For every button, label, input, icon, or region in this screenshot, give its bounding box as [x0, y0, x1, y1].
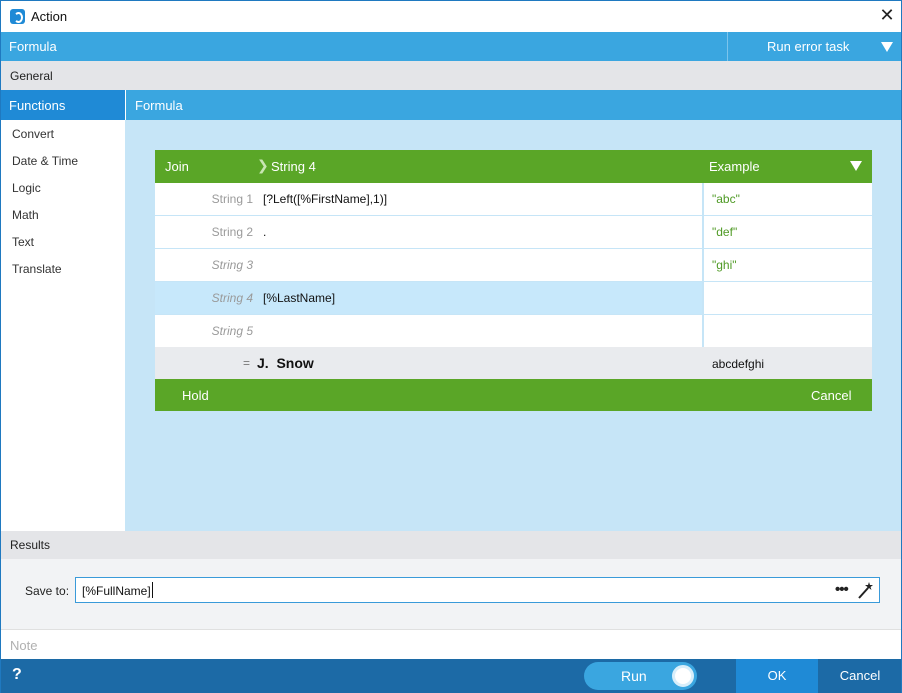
string-2-example: "def": [704, 216, 872, 248]
join-result-row: = J. Snow abcdefghi: [155, 347, 872, 379]
string-1-label: String 1: [211, 192, 253, 206]
equals-sign: =: [243, 356, 251, 370]
example-dropdown-icon[interactable]: [850, 161, 862, 171]
string-row-1: String 1 [?Left([%FirstName],1)] "abc": [155, 183, 872, 215]
formula-header-label: Formula: [135, 98, 183, 113]
formula-bar-label: Formula: [9, 39, 57, 54]
functions-header: Functions: [1, 90, 125, 120]
join-action-bar: Hold Cancel: [155, 379, 872, 411]
string-4-field[interactable]: String 4 [%LastName]: [155, 282, 702, 314]
function-item-math[interactable]: Math: [12, 208, 39, 222]
string-1-example: "abc": [704, 183, 872, 215]
string-3-field[interactable]: String 3: [155, 249, 702, 281]
string-5-label: String 5: [211, 324, 253, 338]
results-header-label: Results: [10, 538, 51, 552]
function-item-translate[interactable]: Translate: [12, 262, 62, 276]
formula-header: Formula: [126, 90, 901, 120]
function-item-convert[interactable]: Convert: [12, 127, 54, 141]
join-cancel-button[interactable]: Cancel: [811, 388, 851, 403]
function-item-text[interactable]: Text: [12, 235, 34, 249]
string-row-5: String 5: [155, 315, 872, 347]
function-item-logic[interactable]: Logic: [12, 181, 41, 195]
string-2-value: .: [263, 225, 267, 239]
toggle-knob: [672, 665, 694, 687]
string-4-label: String 4: [211, 291, 253, 305]
run-error-task-dropdown[interactable]: Run error task: [767, 39, 849, 54]
string-1-example-value: "abc": [712, 192, 740, 206]
join-header: Join ❯ String 4 Example: [155, 150, 872, 183]
run-toggle[interactable]: Run: [584, 662, 697, 690]
hold-button[interactable]: Hold: [182, 388, 209, 403]
string-3-example: "ghi": [704, 249, 872, 281]
cancel-button-label: Cancel: [839, 668, 881, 683]
string-1-value: [?Left([%FirstName],1)]: [263, 192, 388, 206]
string-3-label: String 3: [211, 258, 253, 272]
dropdown-arrow-icon[interactable]: [881, 42, 893, 52]
tab-general-label: General: [10, 69, 53, 83]
save-to-label: Save to:: [25, 584, 70, 598]
results-header[interactable]: Results: [1, 531, 901, 559]
formula-bar: Formula Run error task: [1, 32, 901, 61]
string-4-value: [%LastName]: [263, 291, 336, 305]
tab-general[interactable]: General: [1, 61, 901, 90]
join-result: J. Snow: [257, 355, 314, 371]
string-5-example: [704, 315, 872, 347]
string-4-example: [704, 282, 872, 314]
ok-button-label: OK: [767, 668, 787, 683]
magic-wand-icon[interactable]: [857, 580, 875, 600]
title-bar: Action ✕: [1, 1, 901, 32]
string-5-field[interactable]: String 5: [155, 315, 702, 347]
string-row-2: String 2 . "def": [155, 216, 872, 248]
save-to-input[interactable]: [%FullName] •••: [75, 577, 880, 603]
app-icon: [10, 9, 25, 24]
functions-header-label: Functions: [9, 98, 66, 113]
run-label: Run: [621, 668, 647, 684]
text-caret: [152, 582, 153, 598]
chevron-right-icon: ❯: [257, 157, 269, 173]
string-3-example-value: "ghi": [712, 258, 737, 272]
string-2-label: String 2: [211, 225, 253, 239]
note-placeholder: Note: [10, 638, 38, 653]
breadcrumb[interactable]: String 4: [271, 159, 316, 174]
functions-list: Convert Date & Time Logic Math Text Tran…: [1, 120, 125, 531]
string-row-4: String 4 [%LastName]: [155, 282, 872, 314]
string-row-3: String 3 "ghi": [155, 249, 872, 281]
join-label: Join: [165, 159, 189, 174]
more-options-icon[interactable]: •••: [835, 581, 849, 598]
function-item-date-time[interactable]: Date & Time: [12, 154, 78, 168]
save-to-section: Save to: [%FullName] •••: [1, 559, 901, 629]
close-icon[interactable]: ✕: [877, 5, 897, 25]
footer-bar: ? Run OK Cancel: [1, 659, 901, 693]
save-to-value: [%FullName]: [82, 584, 151, 598]
string-1-field[interactable]: String 1 [?Left([%FirstName],1)]: [155, 183, 702, 215]
example-header: Example: [709, 159, 760, 174]
ok-button[interactable]: OK: [736, 659, 818, 693]
help-icon[interactable]: ?: [12, 666, 22, 684]
string-2-field[interactable]: String 2 .: [155, 216, 702, 248]
cancel-button[interactable]: Cancel: [819, 659, 901, 693]
note-field[interactable]: Note: [1, 629, 901, 659]
divider: [727, 32, 728, 61]
action-window: Action ✕ Formula Run error task General …: [0, 0, 902, 693]
string-2-example-value: "def": [712, 225, 738, 239]
window-title: Action: [31, 9, 68, 24]
example-result: abcdefghi: [712, 357, 765, 371]
